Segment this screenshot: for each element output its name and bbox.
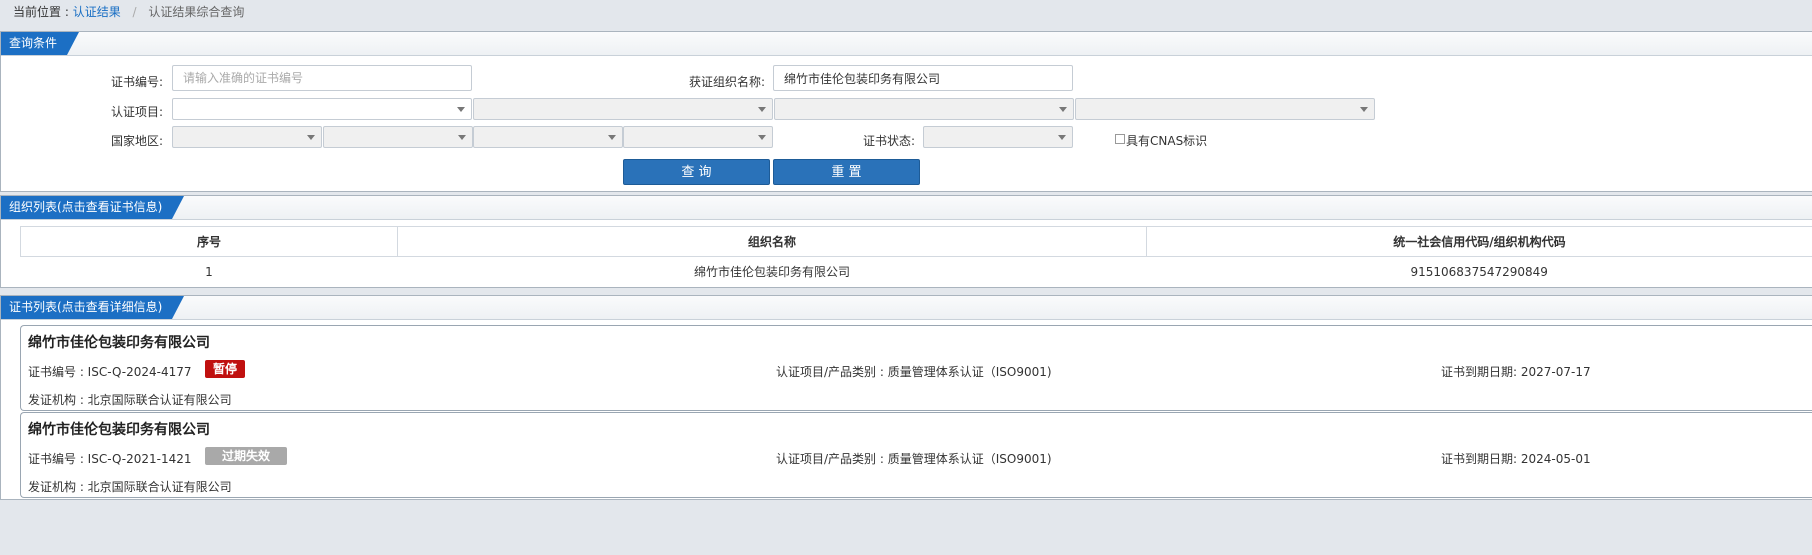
query-panel: 查询条件 证书编号: 获证组织名称: 认证项目: 国家地区: 证书状态: 具有C… <box>0 31 1812 192</box>
project-select-3[interactable] <box>774 98 1074 120</box>
cert-org-name: 绵竹市佳伦包装印务有限公司 <box>28 335 210 351</box>
cert-issuer: 发证机构 : 北京国际联合认证有限公司 <box>28 393 232 407</box>
column-header-credit-code: 统一社会信用代码/组织机构代码 <box>1145 226 1812 257</box>
org-table: 序号 组织名称 统一社会信用代码/组织机构代码 1 绵竹市佳伦包装印务有限公司 … <box>20 226 1812 286</box>
project-select-1[interactable] <box>172 98 472 120</box>
chevron-down-icon <box>758 135 766 140</box>
breadcrumb-separator: / <box>132 5 137 19</box>
column-header-index: 序号 <box>20 226 398 257</box>
breadcrumb-current: 认证结果综合查询 <box>148 5 245 19</box>
cnas-checkbox[interactable] <box>1115 134 1125 144</box>
breadcrumb-link[interactable]: 认证结果 <box>73 5 121 19</box>
region-select-4[interactable] <box>623 126 773 148</box>
cnas-label: 具有CNAS标识 <box>1126 134 1208 148</box>
breadcrumb: 当前位置 : 认证结果 / 认证结果综合查询 <box>13 3 244 20</box>
row-org-name: 绵竹市佳伦包装印务有限公司 <box>693 265 850 279</box>
breadcrumb-prefix: 当前位置 : <box>13 5 69 19</box>
cert-issuer: 发证机构 : 北京国际联合认证有限公司 <box>28 480 232 494</box>
cert-list-title: 证书列表(点击查看详细信息) <box>1 296 185 319</box>
cert-project: 认证项目/产品类别 : 质量管理体系认证（ISO9001) <box>776 365 1052 379</box>
org-list-title: 组织列表(点击查看证书信息) <box>1 196 185 219</box>
chevron-down-icon <box>307 135 315 140</box>
org-name-input[interactable] <box>773 65 1073 91</box>
region-select-3[interactable] <box>473 126 623 148</box>
cert-no-input[interactable] <box>172 65 472 91</box>
table-row[interactable]: 1 绵竹市佳伦包装印务有限公司 915106837547290849 <box>21 257 1812 287</box>
status-badge: 暂停 <box>205 360 245 378</box>
chevron-down-icon <box>608 135 616 140</box>
cert-project: 认证项目/产品类别 : 质量管理体系认证（ISO9001) <box>776 452 1052 466</box>
cert-no-label: 证书编号: <box>110 75 163 89</box>
chevron-down-icon <box>458 135 466 140</box>
chevron-down-icon <box>1058 135 1066 140</box>
project-label: 认证项目: <box>110 105 163 119</box>
row-credit-code: 915106837547290849 <box>1410 264 1548 279</box>
cert-number: 证书编号 : ISC-Q-2024-4177 <box>28 365 192 379</box>
org-list-header: 组织列表(点击查看证书信息) <box>1 196 1812 220</box>
project-select-4[interactable] <box>1075 98 1375 120</box>
region-label: 国家地区: <box>110 134 163 148</box>
chevron-down-icon <box>1360 107 1368 112</box>
table-header-row: 序号 组织名称 统一社会信用代码/组织机构代码 <box>20 226 1812 257</box>
column-header-org-name: 组织名称 <box>396 226 1147 257</box>
chevron-down-icon <box>758 107 766 112</box>
status-badge: 过期失效 <box>205 447 287 465</box>
cert-card[interactable]: 绵竹市佳伦包装印务有限公司 证书编号 : ISC-Q-2024-4177 暂停 … <box>20 325 1812 411</box>
cert-expiry: 证书到期日期: 2027-07-17 <box>1441 365 1591 379</box>
region-select-1[interactable] <box>172 126 322 148</box>
status-select[interactable] <box>923 126 1073 148</box>
region-select-2[interactable] <box>323 126 473 148</box>
cert-number: 证书编号 : ISC-Q-2021-1421 <box>28 452 192 466</box>
status-label: 证书状态: <box>862 134 915 148</box>
query-panel-title: 查询条件 <box>1 32 80 55</box>
project-select-2[interactable] <box>473 98 773 120</box>
chevron-down-icon <box>457 107 465 112</box>
cert-list-header: 证书列表(点击查看详细信息) <box>1 296 1812 320</box>
row-index: 1 <box>205 264 213 279</box>
search-button[interactable]: 查 询 <box>623 159 770 185</box>
cert-org-name: 绵竹市佳伦包装印务有限公司 <box>28 422 210 438</box>
org-name-label: 获证组织名称: <box>688 75 765 89</box>
cert-expiry: 证书到期日期: 2024-05-01 <box>1441 452 1591 466</box>
chevron-down-icon <box>1059 107 1067 112</box>
cert-card[interactable]: 绵竹市佳伦包装印务有限公司 证书编号 : ISC-Q-2021-1421 过期失… <box>20 412 1812 498</box>
query-panel-header: 查询条件 <box>1 32 1812 56</box>
reset-button[interactable]: 重 置 <box>773 159 920 185</box>
